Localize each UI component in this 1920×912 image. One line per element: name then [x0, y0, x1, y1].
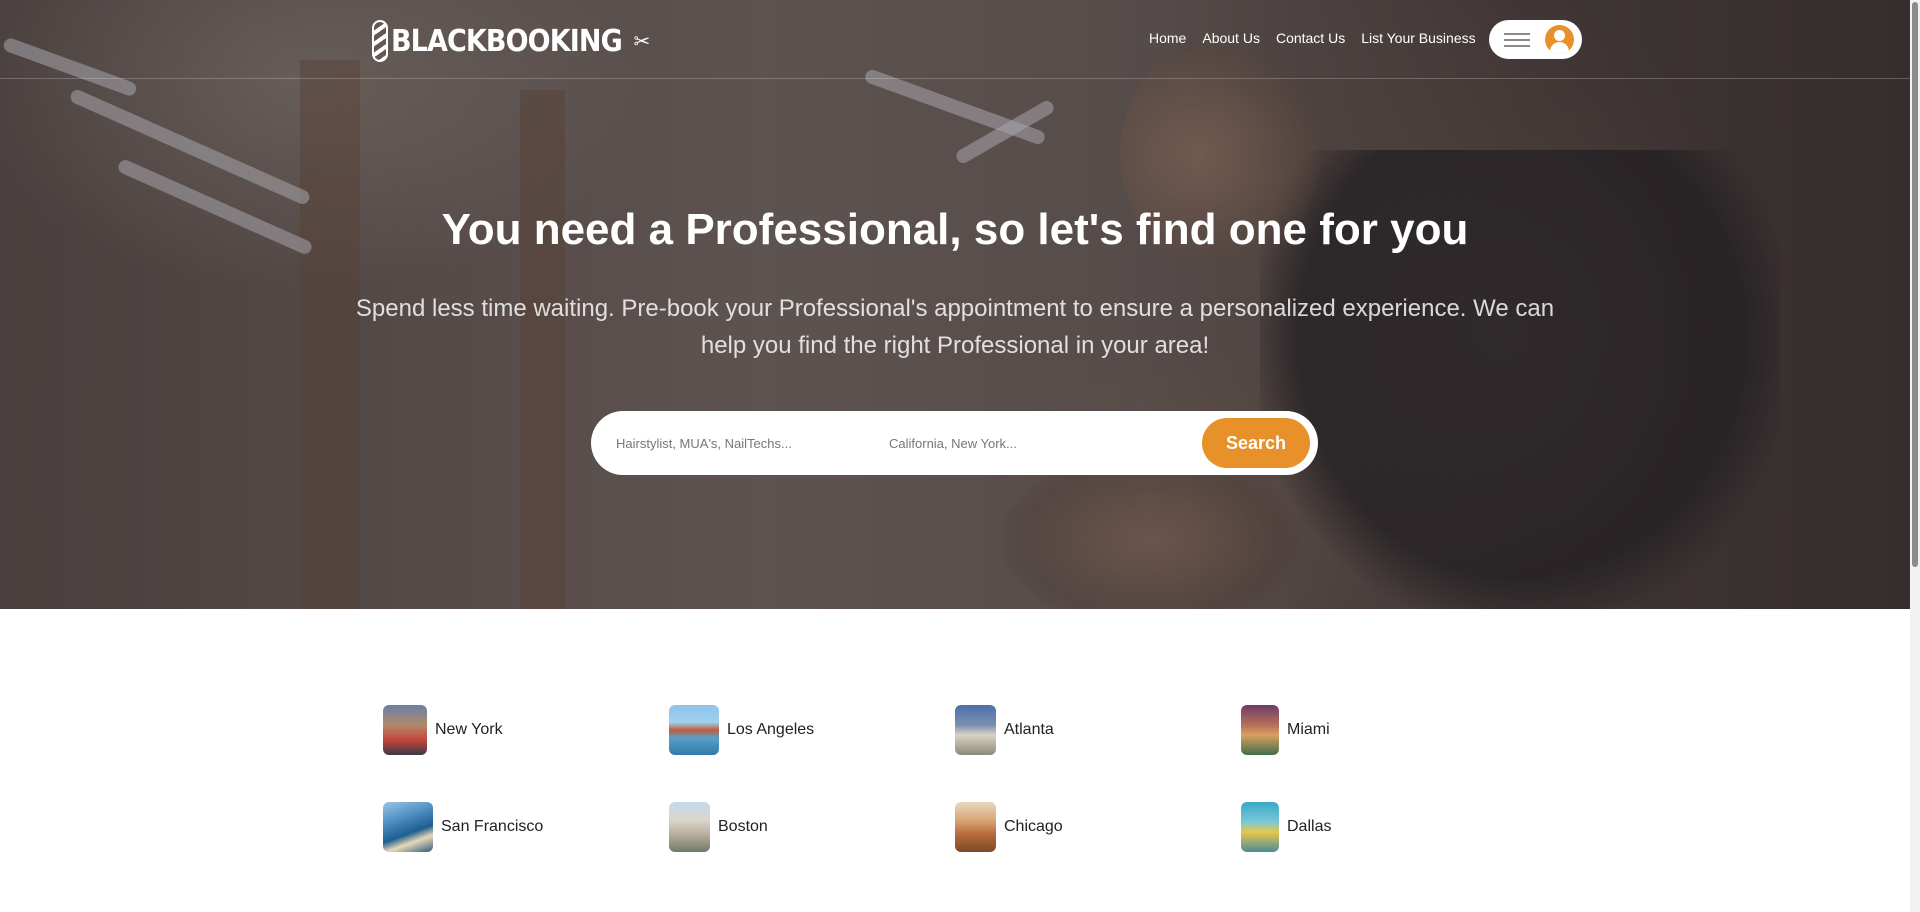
nav-list-business-link[interactable]: List Your Business: [1361, 30, 1475, 46]
chicago-thumbnail-icon: [955, 802, 996, 852]
city-name: Dallas: [1287, 818, 1332, 835]
city-link-miami[interactable]: Miami: [1241, 705, 1330, 755]
main-nav: Home About Us Contact Us List Your Busin…: [1149, 30, 1476, 46]
city-link-new-york[interactable]: New York: [383, 705, 503, 755]
user-avatar-icon: [1545, 25, 1574, 54]
hero-banner: BLACKBOOKING ✂ Home About Us Contact Us …: [0, 0, 1910, 609]
hero-title: You need a Professional, so let's find o…: [441, 205, 1469, 254]
city-name: Boston: [718, 818, 768, 835]
search-bar: Search: [591, 411, 1318, 475]
hero-subtitle: Spend less time waiting. Pre-book your P…: [355, 295, 1555, 359]
search-button[interactable]: Search: [1202, 418, 1310, 468]
user-menu-button[interactable]: [1489, 20, 1582, 59]
city-link-san-francisco[interactable]: San Francisco: [383, 802, 543, 852]
new-york-thumbnail-icon: [383, 705, 427, 755]
city-name: Miami: [1287, 721, 1330, 738]
city-name: San Francisco: [441, 818, 544, 835]
city-name: Atlanta: [1004, 721, 1054, 738]
city-name: Los Angeles: [727, 721, 815, 738]
san-francisco-thumbnail-icon: [383, 802, 433, 852]
city-link-atlanta[interactable]: Atlanta: [955, 705, 1054, 755]
page-scrollbar[interactable]: [1910, 0, 1920, 912]
scissors-icon: ✂: [633, 30, 651, 53]
barber-pole-icon: [372, 20, 388, 62]
city-name: Chicago: [1004, 818, 1063, 835]
los-angeles-thumbnail-icon: [669, 705, 719, 755]
city-link-los-angeles[interactable]: Los Angeles: [669, 705, 814, 755]
nav-about-link[interactable]: About Us: [1202, 30, 1260, 46]
boston-thumbnail-icon: [669, 802, 710, 852]
city-link-dallas[interactable]: Dallas: [1241, 802, 1331, 852]
city-link-chicago[interactable]: Chicago: [955, 802, 1063, 852]
service-search-input[interactable]: [616, 432, 856, 454]
city-name: New York: [435, 721, 503, 738]
nav-home-link[interactable]: Home: [1149, 30, 1186, 46]
city-link-boston[interactable]: Boston: [669, 802, 768, 852]
dallas-thumbnail-icon: [1241, 802, 1279, 852]
logo-text: BLACKBOOKING: [391, 23, 623, 59]
top-navbar: BLACKBOOKING ✂ Home About Us Contact Us …: [0, 0, 1910, 79]
location-search-input[interactable]: [889, 432, 1149, 454]
site-logo[interactable]: BLACKBOOKING ✂: [372, 18, 650, 64]
nav-contact-link[interactable]: Contact Us: [1276, 30, 1345, 46]
miami-thumbnail-icon: [1241, 705, 1279, 755]
hamburger-menu-icon: [1504, 33, 1530, 47]
scrollbar-thumb[interactable]: [1912, 2, 1918, 567]
atlanta-thumbnail-icon: [955, 705, 996, 755]
